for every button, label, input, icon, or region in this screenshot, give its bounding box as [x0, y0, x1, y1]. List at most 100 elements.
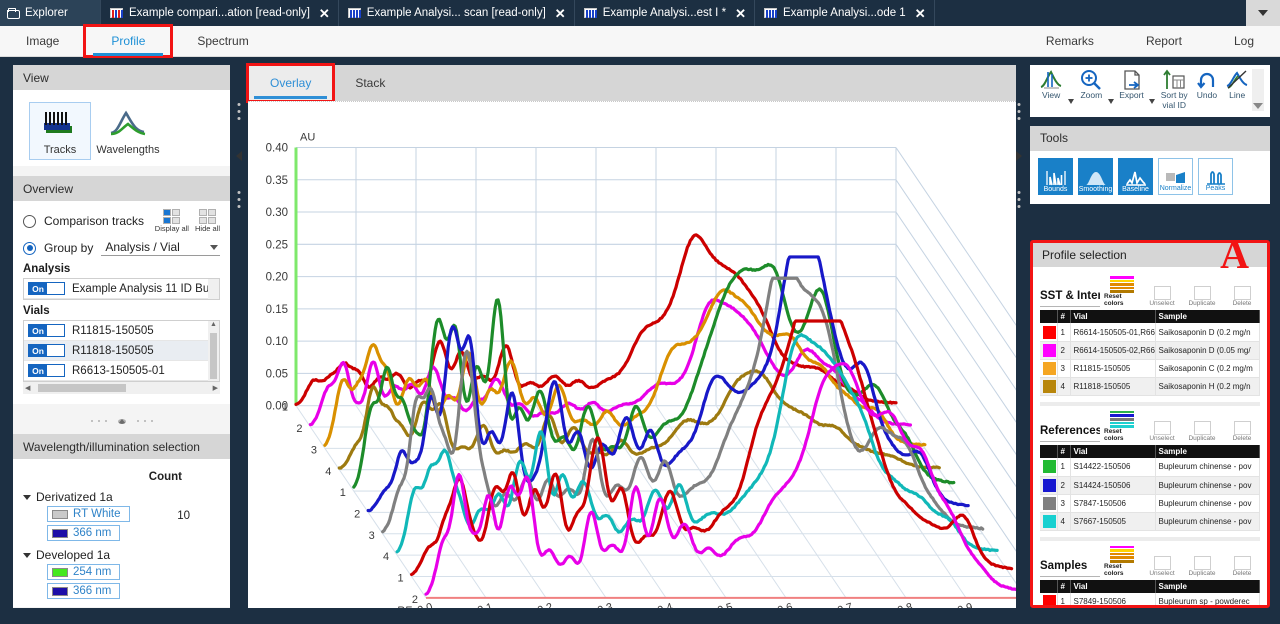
tool-peaks[interactable]: Peaks [1198, 157, 1233, 195]
wavelength-group-derivatized[interactable]: Derivatized 1a [23, 490, 220, 504]
table-row[interactable]: 4 S7667-150505 Bupleurum chinense - pov [1040, 512, 1260, 531]
duplicate-button-sst[interactable]: Duplicate [1184, 286, 1220, 307]
group-by-row[interactable]: Group by Analysis / Vial [23, 240, 220, 256]
wavelength-item-254[interactable]: 254 nm [47, 564, 121, 580]
tab-report[interactable]: Report [1120, 26, 1208, 56]
view-button-tracks[interactable]: Tracks [29, 102, 91, 160]
tab-image[interactable]: Image [0, 26, 85, 56]
color-swatch[interactable] [1043, 379, 1056, 393]
profile-plot[interactable]: 0.000.050.100.150.200.250.300.350.40AU0.… [248, 101, 1016, 608]
column-header-vial[interactable]: Vial [1070, 445, 1156, 459]
close-icon[interactable]: ✕ [735, 7, 746, 20]
comparison-tracks-row[interactable]: Comparison tracks Display all Hide all [23, 209, 220, 233]
table-row[interactable]: 2 R6614-150505-02,R6614 Saikosaponin D (… [1040, 341, 1260, 360]
analysis-scrollbar[interactable] [208, 279, 219, 299]
hide-all-button[interactable]: Hide all [195, 209, 220, 233]
toolbar-undo-button[interactable]: Undo [1192, 69, 1222, 111]
tool-bounds[interactable]: Bounds [1038, 157, 1073, 195]
color-swatch[interactable] [1043, 460, 1056, 474]
delete-button-references[interactable]: Delete [1224, 420, 1260, 442]
display-all-button[interactable]: Display all [155, 209, 189, 233]
chevron-down-icon[interactable] [1108, 99, 1115, 105]
unselect-button-sst[interactable]: Unselect [1144, 286, 1180, 307]
list-item[interactable]: On R11815-150505 [24, 321, 219, 341]
wavelength-item-366-developed[interactable]: 366 nm [47, 583, 121, 599]
vial-toggle[interactable]: On [28, 324, 65, 337]
unselect-button-references[interactable]: Unselect [1144, 420, 1180, 442]
color-swatch[interactable] [1043, 478, 1056, 492]
wavelength-item-rt-white[interactable]: RT White [47, 506, 130, 522]
document-tab-1[interactable]: Example compari...ation [read-only] ✕ [100, 0, 339, 26]
column-header-vial[interactable]: Vial [1070, 310, 1156, 324]
column-header-sample[interactable]: Sample [1155, 310, 1260, 324]
document-tab-4[interactable]: Example Analysi...ode 1 ✕ [754, 0, 935, 26]
tool-baseline[interactable]: Baseline [1118, 157, 1153, 195]
document-tab-2[interactable]: Example Analysi... scan [read-only] ✕ [338, 0, 575, 26]
close-icon[interactable]: ✕ [555, 7, 566, 20]
vial-toggle[interactable]: On [28, 364, 65, 377]
toolbar-view-button[interactable]: View [1036, 69, 1066, 111]
column-header-sample[interactable]: Sample [1155, 445, 1260, 459]
color-swatch[interactable] [1043, 343, 1056, 357]
tab-remarks[interactable]: Remarks [1020, 26, 1120, 56]
table-row[interactable]: 1 R6614-150505-01,R6614 Saikosaponin D (… [1040, 323, 1260, 342]
scroll-left-icon[interactable]: ◀ [25, 384, 30, 392]
comparison-tracks-radio[interactable] [23, 214, 36, 228]
column-header-vial[interactable]: Vial [1070, 579, 1156, 593]
vials-scrollbar-horizontal[interactable]: ◀ ▶ [23, 382, 220, 394]
panel-collapse-handle[interactable] [13, 414, 230, 428]
table-row[interactable]: 1 S14422-150506 Bupleurum chinense - pov [1040, 458, 1260, 477]
tool-smoothing[interactable]: Smoothing [1078, 157, 1113, 195]
table-row[interactable]: 3 S7847-150506 Bupleurum chinense - pov [1040, 494, 1260, 513]
table-row[interactable]: 1 S7849-150506 Bupleurum sp - powderec [1040, 592, 1260, 605]
toolbar-overflow-button[interactable] [1252, 69, 1264, 111]
chevron-down-icon[interactable] [1148, 99, 1155, 105]
chevron-down-icon[interactable] [23, 552, 31, 558]
scroll-right-icon[interactable]: ▶ [213, 384, 218, 392]
table-row[interactable]: 2 S14424-150506 Bupleurum chinense - pov [1040, 476, 1260, 495]
color-swatch[interactable] [1043, 514, 1056, 528]
toolbar-export-button[interactable]: Export [1116, 69, 1146, 111]
table-row[interactable]: 4 R11818-150505 Saikosaponin H (0.2 mg/n [1040, 377, 1260, 396]
close-icon[interactable]: ✕ [319, 7, 330, 20]
list-item[interactable]: On R11818-150505 [24, 341, 219, 361]
group-by-radio[interactable] [23, 241, 36, 255]
tab-spectrum[interactable]: Spectrum [171, 26, 274, 56]
group-by-select[interactable]: Analysis / Vial [101, 240, 220, 256]
delete-button-samples[interactable]: Delete [1224, 555, 1260, 577]
tab-overlay[interactable]: Overlay [245, 63, 336, 103]
tab-stack[interactable]: Stack [333, 65, 407, 101]
color-swatch[interactable] [1043, 325, 1056, 339]
right-splitter[interactable] [1010, 65, 1028, 608]
document-tab-3[interactable]: Example Analysi...est I * ✕ [574, 0, 755, 26]
reset-colors-button-sst[interactable]: Reset colors [1104, 276, 1140, 307]
color-swatch[interactable] [1043, 361, 1056, 375]
vial-toggle[interactable]: On [28, 344, 65, 357]
tab-overflow-button[interactable] [1246, 0, 1280, 26]
close-icon[interactable]: ✕ [915, 7, 926, 20]
duplicate-button-samples[interactable]: Duplicate [1184, 555, 1220, 577]
column-header-sample[interactable]: Sample [1155, 579, 1260, 593]
color-swatch[interactable] [1043, 496, 1056, 510]
column-header-index[interactable]: # [1057, 310, 1071, 324]
view-button-wavelengths[interactable]: Wavelengths [96, 102, 160, 160]
list-item[interactable]: On Example Analysis 11 ID Bupleurim r [24, 279, 219, 299]
delete-button-sst[interactable]: Delete [1224, 286, 1260, 307]
color-swatch[interactable] [1043, 595, 1056, 605]
collapse-left-icon[interactable] [236, 151, 242, 161]
toolbar-sort-button[interactable]: Sort by vial ID [1157, 69, 1192, 111]
explorer-tab[interactable]: Explorer [0, 0, 100, 26]
tool-normalize[interactable]: Normalize [1158, 157, 1193, 195]
list-item[interactable]: On R6613-150505-01 [24, 361, 219, 381]
reset-colors-button-references[interactable]: Reset colors [1104, 410, 1140, 442]
unselect-button-samples[interactable]: Unselect [1144, 555, 1180, 577]
vials-scrollbar-vertical[interactable]: ▲ ▼ [208, 321, 219, 381]
tab-profile[interactable]: Profile [83, 24, 174, 58]
table-row[interactable]: 3 R11815-150505 Saikosaponin C (0.2 mg/m [1040, 359, 1260, 378]
reset-colors-button-samples[interactable]: Reset colors [1104, 545, 1140, 577]
toolbar-line-button[interactable]: Line [1222, 69, 1252, 111]
analysis-toggle[interactable]: On [28, 282, 65, 295]
wavelength-group-developed[interactable]: Developed 1a [23, 548, 220, 562]
wavelength-item-366-derivatized[interactable]: 366 nm [47, 525, 121, 541]
tab-log[interactable]: Log [1208, 26, 1280, 56]
